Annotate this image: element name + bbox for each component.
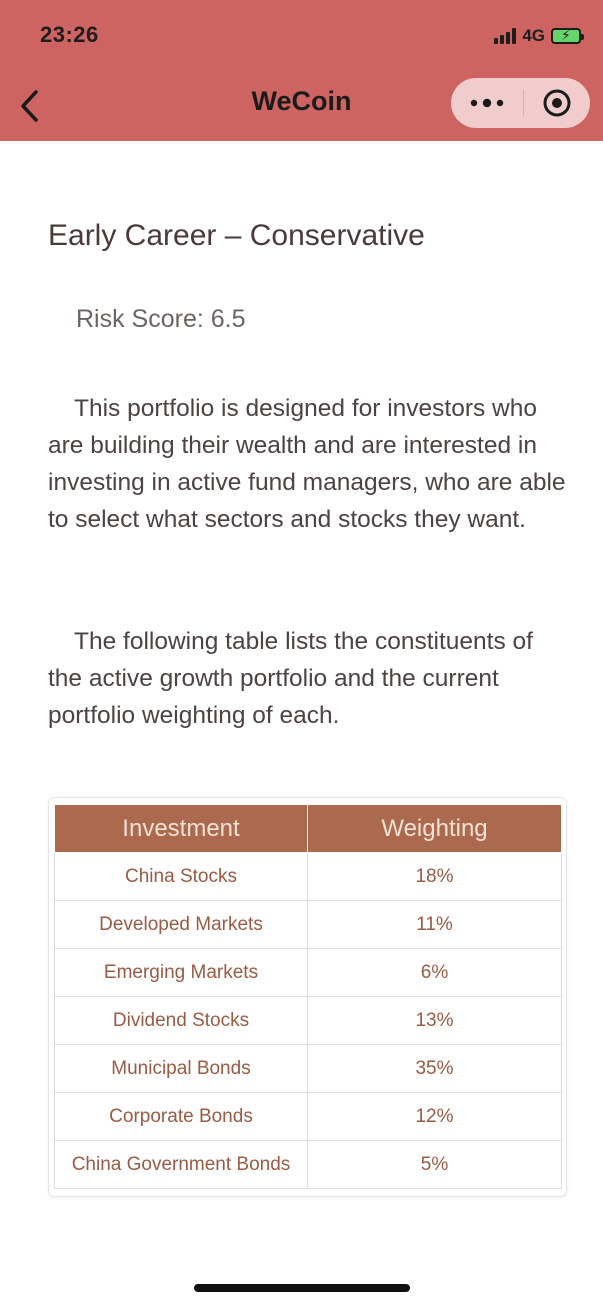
investment-cell: Corporate Bonds <box>54 1092 308 1141</box>
investment-cell: Emerging Markets <box>54 948 308 997</box>
table-row: Emerging Markets 6% <box>54 948 562 997</box>
table-row: Corporate Bonds 12% <box>54 1092 562 1141</box>
table-row: Developed Markets 11% <box>54 900 562 949</box>
table-row: China Stocks 18% <box>54 852 562 901</box>
risk-score: Risk Score: 6.5 <box>76 305 246 333</box>
weighting-cell: 12% <box>307 1092 562 1141</box>
investment-cell: Dividend Stocks <box>54 996 308 1045</box>
investment-cell: China Government Bonds <box>54 1140 308 1189</box>
more-button[interactable] <box>451 78 523 128</box>
weighting-cell: 35% <box>307 1044 562 1093</box>
description-paragraph: This portfolio is designed for investors… <box>48 395 566 533</box>
column-header-weighting: Weighting <box>307 804 562 853</box>
weighting-cell: 18% <box>307 852 562 901</box>
weighting-cell: 11% <box>307 900 562 949</box>
status-time: 23:26 <box>40 22 99 47</box>
signal-icon <box>494 28 517 44</box>
weighting-cell: 5% <box>307 1140 562 1189</box>
top-bar: 23:26 4G ⚡ WeCoin <box>0 0 603 141</box>
investment-cell: Municipal Bonds <box>54 1044 308 1093</box>
portfolio-table: Investment Weighting China Stocks 18% De… <box>54 804 562 1189</box>
column-header-investment: Investment <box>54 804 308 853</box>
investment-cell: China Stocks <box>54 852 308 901</box>
status-indicators: 4G ⚡ <box>494 26 584 46</box>
home-indicator[interactable] <box>194 1284 410 1292</box>
table-row: China Government Bonds 5% <box>54 1140 562 1189</box>
table-intro-paragraph: The following table lists the constituen… <box>48 628 533 729</box>
portfolio-table-container: Investment Weighting China Stocks 18% De… <box>48 797 567 1197</box>
weighting-cell: 13% <box>307 996 562 1045</box>
table-row: Dividend Stocks 13% <box>54 996 562 1045</box>
table-row: Municipal Bonds 35% <box>54 1044 562 1093</box>
table-header-row: Investment Weighting <box>54 804 562 853</box>
investment-cell: Developed Markets <box>54 900 308 949</box>
weighting-cell: 6% <box>307 948 562 997</box>
more-dots-icon <box>470 98 504 108</box>
network-label: 4G <box>522 26 545 45</box>
battery-icon: ⚡ <box>551 27 584 44</box>
mini-program-capsule <box>451 78 590 128</box>
page-title: Early Career – Conservative <box>48 219 425 252</box>
target-circle-icon <box>543 89 571 117</box>
close-button[interactable] <box>524 78 590 128</box>
